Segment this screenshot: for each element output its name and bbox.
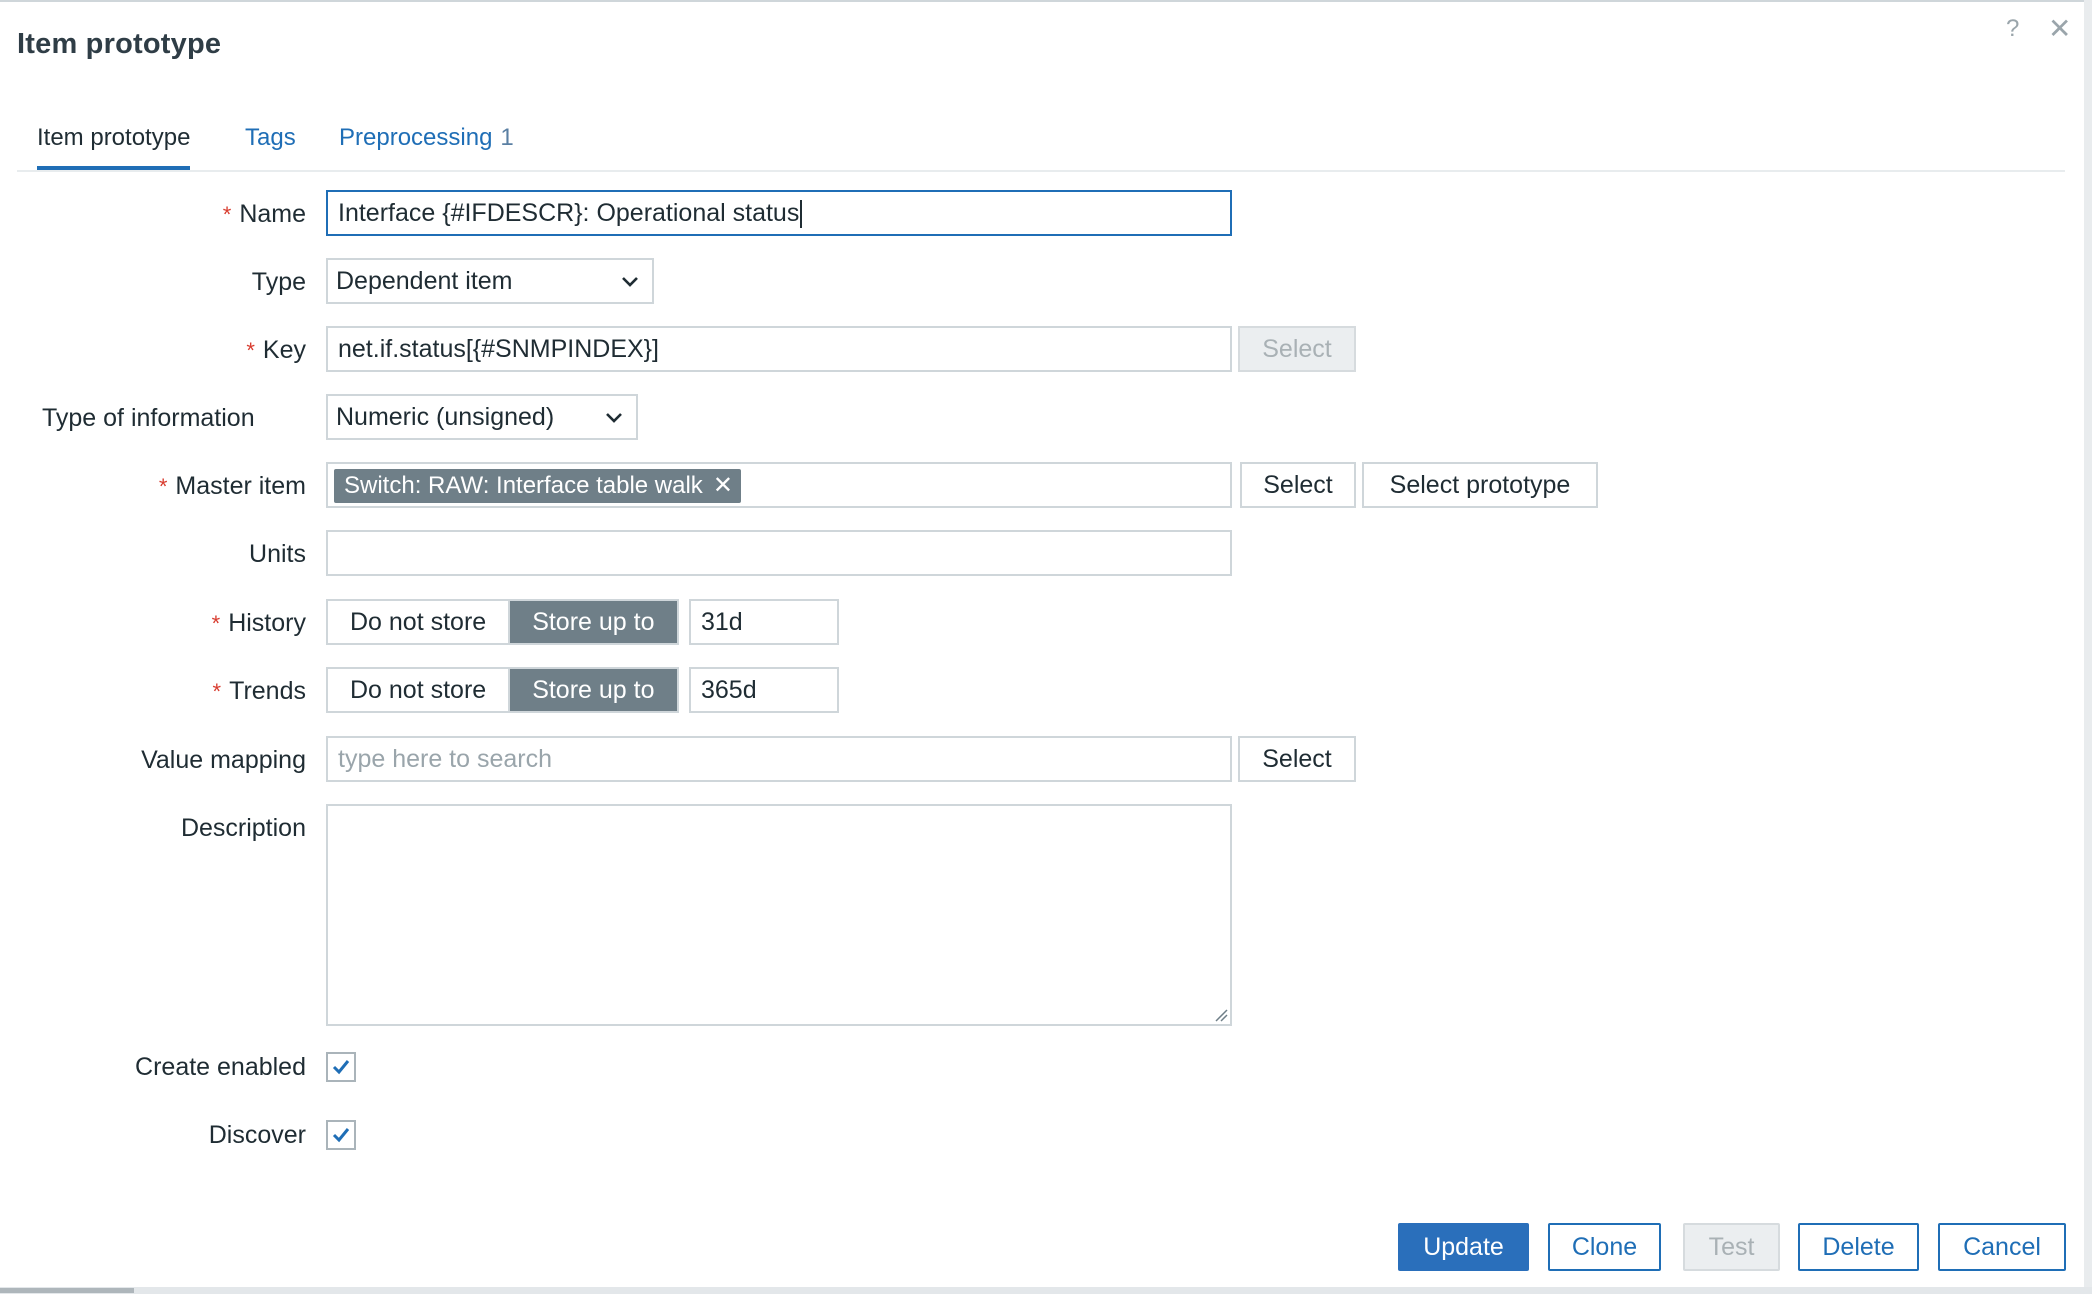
- required-marker: *: [222, 202, 232, 227]
- clone-button[interactable]: Clone: [1548, 1223, 1661, 1271]
- name-row: * Name Interface {#IFDESCR}: Operational …: [0, 190, 1700, 238]
- tab-preprocessing-count: 1: [500, 124, 514, 151]
- chevron-down-icon: [606, 413, 622, 423]
- name-input-value: Interface {#IFDESCR}: Operational status: [338, 199, 800, 227]
- tab-bar: Item prototype Tags Preprocessing 1: [17, 120, 2065, 172]
- type-of-information-select[interactable]: Numeric (unsigned): [326, 394, 638, 440]
- tab-item-prototype[interactable]: Item prototype: [37, 120, 191, 170]
- type-label: Type: [251, 268, 306, 296]
- description-row: Description: [0, 804, 1700, 1026]
- type-of-information-value: Numeric (unsigned): [336, 403, 555, 431]
- type-row: Type Dependent item: [0, 258, 1700, 306]
- required-marker: *: [158, 474, 168, 499]
- units-row: Units: [0, 530, 1700, 578]
- required-marker: *: [246, 338, 255, 363]
- vertical-scrollbar[interactable]: [2084, 0, 2092, 1294]
- horizontal-scrollbar[interactable]: [0, 1287, 2092, 1294]
- master-item-multiselect[interactable]: Switch: RAW: Interface table walk ✕: [326, 462, 1232, 508]
- type-of-information-label: Type of information: [42, 404, 255, 432]
- trends-row: * Trends Do not store Store up to 365d: [0, 667, 1700, 715]
- test-button[interactable]: Test: [1683, 1223, 1780, 1271]
- value-mapping-row: Value mapping type here to search Select: [0, 736, 1700, 784]
- close-icon[interactable]: ✕: [2048, 14, 2071, 44]
- tab-preprocessing-label: Preprocessing: [339, 124, 493, 151]
- history-mode-toggle: Do not store Store up to: [326, 599, 679, 645]
- checkmark-icon: [332, 1060, 350, 1075]
- history-period-input[interactable]: 31d: [689, 599, 839, 645]
- discover-checkbox[interactable]: [326, 1120, 356, 1150]
- history-store-up-to-option[interactable]: Store up to: [510, 601, 677, 643]
- master-item-row: * Master item Switch: RAW: Interface tabl…: [0, 462, 1700, 510]
- value-mapping-placeholder: type here to search: [338, 745, 553, 773]
- units-input[interactable]: [326, 530, 1232, 576]
- history-do-not-store-option[interactable]: Do not store: [328, 601, 511, 643]
- dialog-title: Item prototype: [17, 28, 222, 60]
- delete-button[interactable]: Delete: [1798, 1223, 1919, 1271]
- master-item-label: * Master item: [158, 472, 306, 500]
- trends-do-not-store-option[interactable]: Do not store: [328, 669, 511, 711]
- trends-label: * Trends: [212, 677, 306, 705]
- description-label: Description: [180, 814, 306, 842]
- master-item-select-prototype-button[interactable]: Select prototype: [1362, 462, 1598, 508]
- units-label: Units: [249, 540, 306, 568]
- type-select[interactable]: Dependent item: [326, 258, 654, 304]
- create-enabled-checkbox[interactable]: [326, 1052, 356, 1082]
- create-enabled-label: Create enabled: [135, 1053, 306, 1081]
- value-mapping-select-button[interactable]: Select: [1238, 736, 1356, 782]
- cancel-button[interactable]: Cancel: [1938, 1223, 2066, 1271]
- type-select-value: Dependent item: [336, 267, 513, 295]
- value-mapping-label: Value mapping: [141, 746, 306, 774]
- text-caret: [800, 200, 803, 229]
- required-marker: *: [212, 679, 222, 704]
- history-label: * History: [211, 609, 306, 637]
- chevron-down-icon: [622, 277, 638, 287]
- update-button[interactable]: Update: [1398, 1223, 1529, 1271]
- description-textarea[interactable]: [326, 804, 1232, 1026]
- tab-preprocessing[interactable]: Preprocessing 1: [339, 120, 514, 168]
- item-prototype-dialog: Item prototype ? ✕ Item prototype Tags P…: [0, 0, 2084, 1287]
- resize-handle-icon[interactable]: [1214, 1008, 1228, 1022]
- value-mapping-input[interactable]: type here to search: [326, 736, 1232, 782]
- key-label: * Key: [246, 336, 306, 364]
- create-enabled-row: Create enabled: [0, 1046, 1700, 1088]
- trends-store-up-to-option[interactable]: Store up to: [510, 669, 677, 711]
- trends-mode-toggle: Do not store Store up to: [326, 667, 679, 713]
- horizontal-scrollbar-thumb[interactable]: [0, 1288, 134, 1293]
- name-label: * Name: [222, 200, 306, 228]
- help-icon[interactable]: ?: [2006, 14, 2019, 44]
- required-marker: *: [211, 611, 221, 636]
- trends-period-input[interactable]: 365d: [689, 667, 839, 713]
- master-item-chip-label: Switch: RAW: Interface table walk: [344, 472, 703, 499]
- key-input[interactable]: net.if.status[{#SNMPINDEX}]: [326, 326, 1232, 372]
- tab-tags[interactable]: Tags: [245, 120, 296, 168]
- discover-label: Discover: [208, 1121, 306, 1149]
- master-item-select-button[interactable]: Select: [1240, 462, 1356, 508]
- key-select-button[interactable]: Select: [1238, 326, 1356, 372]
- key-row: * Key net.if.status[{#SNMPINDEX}] Select: [0, 326, 1700, 374]
- history-row: * History Do not store Store up to 31d: [0, 599, 1700, 647]
- type-of-information-row: Type of information Numeric (unsigned): [0, 394, 1700, 442]
- checkmark-icon: [332, 1128, 350, 1143]
- remove-chip-icon[interactable]: ✕: [713, 472, 733, 499]
- discover-row: Discover: [0, 1114, 1700, 1156]
- tab-tags-label: Tags: [245, 124, 296, 151]
- name-input[interactable]: Interface {#IFDESCR}: Operational status: [326, 190, 1232, 236]
- master-item-chip: Switch: RAW: Interface table walk ✕: [334, 469, 741, 503]
- tab-item-prototype-label: Item prototype: [37, 124, 191, 151]
